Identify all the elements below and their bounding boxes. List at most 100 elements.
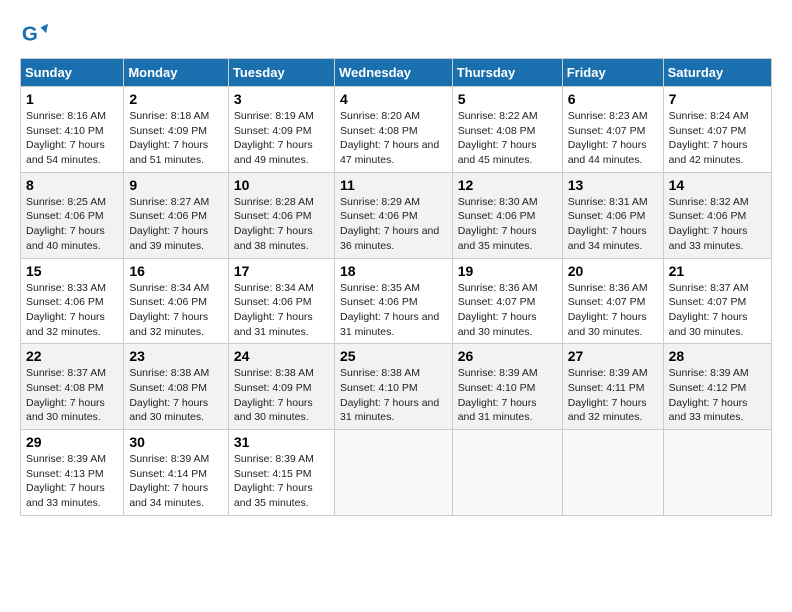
empty-cell	[562, 430, 663, 516]
day-info: Sunrise: 8:39 AM Sunset: 4:10 PM Dayligh…	[458, 366, 557, 425]
logo-icon: G	[20, 20, 48, 48]
day-number: 4	[340, 91, 447, 107]
daylight-label: Daylight: 7 hours and 31 minutes.	[458, 397, 537, 424]
day-number: 6	[568, 91, 658, 107]
sunrise-label: Sunrise: 8:39 AM	[458, 367, 538, 379]
day-info: Sunrise: 8:22 AM Sunset: 4:08 PM Dayligh…	[458, 109, 557, 168]
day-info: Sunrise: 8:30 AM Sunset: 4:06 PM Dayligh…	[458, 195, 557, 254]
calendar-day-cell: 28 Sunrise: 8:39 AM Sunset: 4:12 PM Dayl…	[663, 344, 771, 430]
calendar-day-cell: 14 Sunrise: 8:32 AM Sunset: 4:06 PM Dayl…	[663, 172, 771, 258]
day-info: Sunrise: 8:24 AM Sunset: 4:07 PM Dayligh…	[669, 109, 766, 168]
sunset-label: Sunset: 4:10 PM	[340, 382, 418, 394]
sunset-label: Sunset: 4:06 PM	[669, 210, 747, 222]
sunset-label: Sunset: 4:09 PM	[129, 125, 207, 137]
sunrise-label: Sunrise: 8:38 AM	[129, 367, 209, 379]
day-info: Sunrise: 8:38 AM Sunset: 4:10 PM Dayligh…	[340, 366, 447, 425]
day-number: 5	[458, 91, 557, 107]
daylight-label: Daylight: 7 hours and 35 minutes.	[234, 482, 313, 509]
calendar-day-cell: 29 Sunrise: 8:39 AM Sunset: 4:13 PM Dayl…	[21, 430, 124, 516]
day-info: Sunrise: 8:34 AM Sunset: 4:06 PM Dayligh…	[234, 281, 329, 340]
sunset-label: Sunset: 4:06 PM	[458, 210, 536, 222]
day-number: 9	[129, 177, 223, 193]
sunrise-label: Sunrise: 8:20 AM	[340, 110, 420, 122]
col-header-thursday: Thursday	[452, 59, 562, 87]
sunrise-label: Sunrise: 8:19 AM	[234, 110, 314, 122]
svg-text:G: G	[22, 23, 38, 46]
calendar-day-cell: 13 Sunrise: 8:31 AM Sunset: 4:06 PM Dayl…	[562, 172, 663, 258]
sunset-label: Sunset: 4:06 PM	[340, 296, 418, 308]
daylight-label: Daylight: 7 hours and 40 minutes.	[26, 225, 105, 252]
calendar-day-cell: 24 Sunrise: 8:38 AM Sunset: 4:09 PM Dayl…	[228, 344, 334, 430]
daylight-label: Daylight: 7 hours and 45 minutes.	[458, 139, 537, 166]
empty-cell	[334, 430, 452, 516]
sunset-label: Sunset: 4:10 PM	[458, 382, 536, 394]
day-info: Sunrise: 8:36 AM Sunset: 4:07 PM Dayligh…	[458, 281, 557, 340]
daylight-label: Daylight: 7 hours and 54 minutes.	[26, 139, 105, 166]
calendar-day-cell: 20 Sunrise: 8:36 AM Sunset: 4:07 PM Dayl…	[562, 258, 663, 344]
sunrise-label: Sunrise: 8:29 AM	[340, 196, 420, 208]
day-info: Sunrise: 8:20 AM Sunset: 4:08 PM Dayligh…	[340, 109, 447, 168]
day-number: 15	[26, 263, 118, 279]
daylight-label: Daylight: 7 hours and 47 minutes.	[340, 139, 439, 166]
page-header: G	[20, 20, 772, 48]
sunset-label: Sunset: 4:08 PM	[340, 125, 418, 137]
day-number: 8	[26, 177, 118, 193]
sunset-label: Sunset: 4:06 PM	[234, 210, 312, 222]
day-info: Sunrise: 8:23 AM Sunset: 4:07 PM Dayligh…	[568, 109, 658, 168]
sunset-label: Sunset: 4:09 PM	[234, 125, 312, 137]
day-number: 7	[669, 91, 766, 107]
sunset-label: Sunset: 4:07 PM	[669, 125, 747, 137]
calendar-week-row: 8 Sunrise: 8:25 AM Sunset: 4:06 PM Dayli…	[21, 172, 772, 258]
sunrise-label: Sunrise: 8:35 AM	[340, 282, 420, 294]
day-number: 16	[129, 263, 223, 279]
day-info: Sunrise: 8:29 AM Sunset: 4:06 PM Dayligh…	[340, 195, 447, 254]
sunset-label: Sunset: 4:12 PM	[669, 382, 747, 394]
day-info: Sunrise: 8:37 AM Sunset: 4:08 PM Dayligh…	[26, 366, 118, 425]
sunset-label: Sunset: 4:08 PM	[129, 382, 207, 394]
day-number: 19	[458, 263, 557, 279]
calendar-day-cell: 22 Sunrise: 8:37 AM Sunset: 4:08 PM Dayl…	[21, 344, 124, 430]
sunrise-label: Sunrise: 8:39 AM	[568, 367, 648, 379]
sunrise-label: Sunrise: 8:38 AM	[340, 367, 420, 379]
sunset-label: Sunset: 4:11 PM	[568, 382, 645, 394]
daylight-label: Daylight: 7 hours and 33 minutes.	[669, 225, 748, 252]
sunrise-label: Sunrise: 8:37 AM	[669, 282, 749, 294]
sunset-label: Sunset: 4:14 PM	[129, 468, 207, 480]
day-info: Sunrise: 8:33 AM Sunset: 4:06 PM Dayligh…	[26, 281, 118, 340]
sunrise-label: Sunrise: 8:39 AM	[669, 367, 749, 379]
calendar-day-cell: 25 Sunrise: 8:38 AM Sunset: 4:10 PM Dayl…	[334, 344, 452, 430]
calendar-day-cell: 15 Sunrise: 8:33 AM Sunset: 4:06 PM Dayl…	[21, 258, 124, 344]
calendar-day-cell: 26 Sunrise: 8:39 AM Sunset: 4:10 PM Dayl…	[452, 344, 562, 430]
day-number: 14	[669, 177, 766, 193]
sunrise-label: Sunrise: 8:24 AM	[669, 110, 749, 122]
calendar-day-cell: 30 Sunrise: 8:39 AM Sunset: 4:14 PM Dayl…	[124, 430, 229, 516]
daylight-label: Daylight: 7 hours and 31 minutes.	[340, 397, 439, 424]
daylight-label: Daylight: 7 hours and 30 minutes.	[669, 311, 748, 338]
sunset-label: Sunset: 4:07 PM	[568, 125, 646, 137]
daylight-label: Daylight: 7 hours and 33 minutes.	[669, 397, 748, 424]
day-info: Sunrise: 8:32 AM Sunset: 4:06 PM Dayligh…	[669, 195, 766, 254]
calendar-day-cell: 5 Sunrise: 8:22 AM Sunset: 4:08 PM Dayli…	[452, 87, 562, 173]
day-number: 18	[340, 263, 447, 279]
daylight-label: Daylight: 7 hours and 32 minutes.	[129, 311, 208, 338]
day-info: Sunrise: 8:34 AM Sunset: 4:06 PM Dayligh…	[129, 281, 223, 340]
calendar-day-cell: 23 Sunrise: 8:38 AM Sunset: 4:08 PM Dayl…	[124, 344, 229, 430]
sunrise-label: Sunrise: 8:39 AM	[234, 453, 314, 465]
day-number: 2	[129, 91, 223, 107]
daylight-label: Daylight: 7 hours and 44 minutes.	[568, 139, 647, 166]
col-header-tuesday: Tuesday	[228, 59, 334, 87]
sunset-label: Sunset: 4:09 PM	[234, 382, 312, 394]
day-info: Sunrise: 8:28 AM Sunset: 4:06 PM Dayligh…	[234, 195, 329, 254]
day-info: Sunrise: 8:16 AM Sunset: 4:10 PM Dayligh…	[26, 109, 118, 168]
day-info: Sunrise: 8:38 AM Sunset: 4:09 PM Dayligh…	[234, 366, 329, 425]
sunrise-label: Sunrise: 8:38 AM	[234, 367, 314, 379]
calendar-day-cell: 9 Sunrise: 8:27 AM Sunset: 4:06 PM Dayli…	[124, 172, 229, 258]
day-number: 28	[669, 348, 766, 364]
day-number: 1	[26, 91, 118, 107]
sunrise-label: Sunrise: 8:31 AM	[568, 196, 648, 208]
day-info: Sunrise: 8:39 AM Sunset: 4:13 PM Dayligh…	[26, 452, 118, 511]
calendar-day-cell: 1 Sunrise: 8:16 AM Sunset: 4:10 PM Dayli…	[21, 87, 124, 173]
calendar-table: SundayMondayTuesdayWednesdayThursdayFrid…	[20, 58, 772, 516]
daylight-label: Daylight: 7 hours and 30 minutes.	[26, 397, 105, 424]
daylight-label: Daylight: 7 hours and 51 minutes.	[129, 139, 208, 166]
